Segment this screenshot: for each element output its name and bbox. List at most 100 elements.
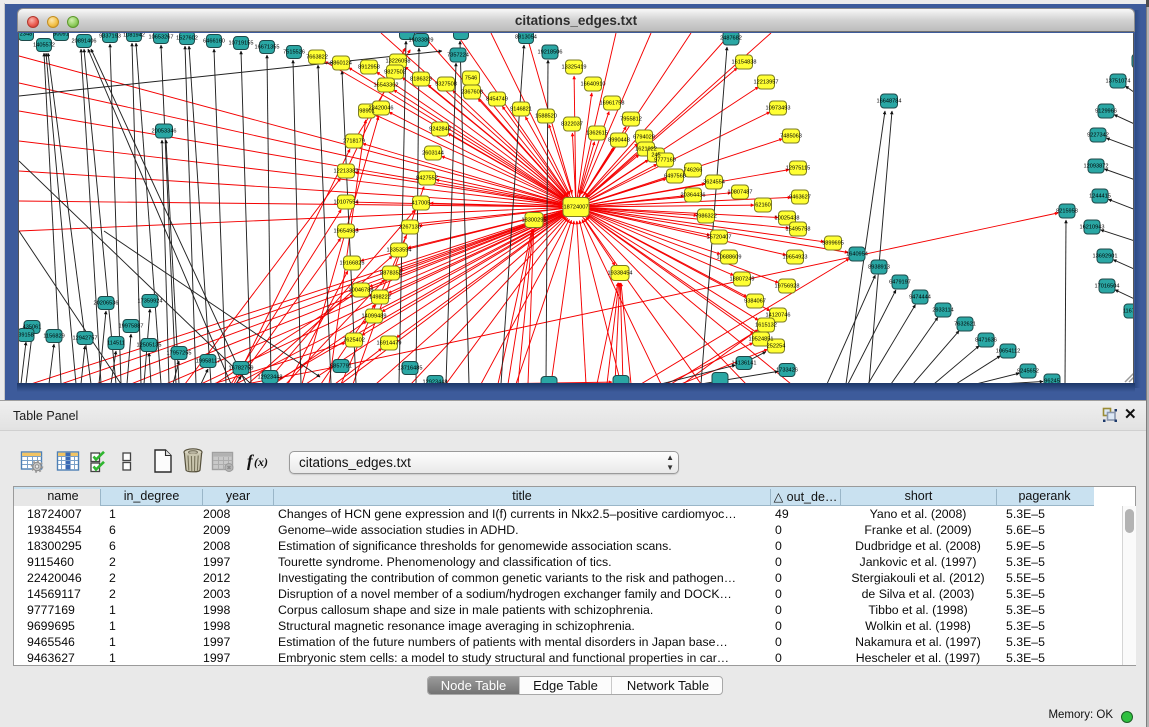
svg-text:16961758: 16961758 [600,101,625,107]
svg-text:16210943: 16210943 [1080,225,1105,231]
svg-text:7515526: 7515526 [283,50,305,56]
svg-text:10807487: 10807487 [728,190,753,196]
svg-text:9337193: 9337193 [99,34,121,40]
svg-text:19338454: 19338454 [608,271,633,277]
svg-text:8912958: 8912958 [358,65,380,71]
svg-text:10046788: 10046788 [349,288,374,294]
svg-text:9245652: 9245652 [1017,369,1039,375]
svg-text:6497568: 6497568 [664,174,686,180]
svg-text:10025438: 10025438 [775,216,800,222]
svg-text:14136141: 14136141 [732,361,757,367]
svg-text:8186323: 8186323 [410,77,432,83]
svg-text:8990448: 8990448 [608,138,630,144]
svg-text:2348: 2348 [20,33,32,38]
svg-text:16914479: 16914479 [377,341,402,347]
svg-text:1244415: 1244415 [1089,194,1111,200]
svg-text:18807249: 18807249 [730,277,755,283]
svg-text:1405572: 1405572 [33,43,55,49]
svg-text:7955812: 7955812 [620,117,642,123]
svg-text:7485063: 7485063 [780,134,802,140]
svg-text:(x): (x) [254,455,268,469]
svg-text:20364436: 20364436 [681,193,706,199]
svg-text:2603144: 2603144 [422,151,444,157]
svg-text:10654112: 10654112 [996,349,1020,355]
svg-text:1498222: 1498222 [369,295,391,301]
svg-text:12942757: 12942757 [73,336,98,342]
svg-text:15720407: 15720407 [707,235,732,241]
svg-text:19524851: 19524851 [749,337,774,343]
svg-text:12923448: 12923448 [423,380,448,384]
svg-text:7632621: 7632621 [954,322,976,328]
svg-text:12093872: 12093872 [1084,164,1109,170]
svg-text:19166825: 19166825 [340,261,365,267]
svg-text:7986322: 7986322 [695,214,717,220]
svg-text:62160: 62160 [755,203,771,209]
svg-text:10719155: 10719155 [229,41,254,47]
svg-text:1527602: 1527602 [176,36,198,42]
svg-text:12505135: 12505135 [137,343,162,349]
svg-text:15495758: 15495758 [786,227,811,233]
svg-text:8322037: 8322037 [561,122,583,128]
svg-text:1588520: 1588520 [535,114,557,120]
svg-text:252254: 252254 [767,344,786,350]
svg-text:39158: 39158 [19,333,34,339]
svg-text:8813054: 8813054 [515,35,537,41]
svg-text:8215958: 8215958 [1056,209,1078,215]
svg-text:20053346: 20053346 [152,129,177,135]
svg-text:14099489: 14099489 [362,314,387,320]
svg-text:9474444: 9474444 [909,295,931,301]
svg-text:3267130: 3267130 [399,225,421,231]
svg-text:16671355: 16671355 [255,45,280,51]
svg-text:6466160: 6466160 [203,39,225,45]
svg-text:7663822: 7663822 [306,55,328,61]
svg-text:7625402: 7625402 [343,338,365,344]
svg-text:9146821: 9146821 [510,107,532,113]
svg-text:6479197: 6479197 [889,280,911,286]
svg-text:19654983: 19654983 [334,229,359,235]
svg-text:16543362: 16543362 [374,83,399,89]
svg-text:14120746: 14120746 [766,313,791,319]
svg-text:10653267: 10653267 [149,35,174,41]
svg-text:17359924: 17359924 [138,299,163,305]
svg-text:10973493: 10973493 [766,106,791,112]
svg-text:17957255: 17957255 [167,351,192,357]
svg-text:2933114: 2933114 [932,308,953,314]
svg-text:8427552: 8427552 [416,176,438,182]
svg-text:20206536: 20206536 [94,301,119,307]
svg-text:16154838: 16154838 [732,60,757,66]
svg-text:116753: 116753 [1123,309,1134,315]
svg-text:9129966: 9129966 [1095,109,1117,115]
svg-text:8938913: 8938913 [868,265,890,271]
svg-text:1640954: 1640954 [846,252,868,258]
svg-text:18300295: 18300295 [522,218,547,224]
svg-text:19975887: 19975887 [119,324,144,330]
svg-text:12213957: 12213957 [754,80,779,86]
svg-text:9242848: 9242848 [429,127,451,133]
svg-text:19958117: 19958117 [196,359,220,365]
svg-text:7357224: 7357224 [447,53,469,59]
svg-text:16033809: 16033809 [409,38,434,44]
svg-text:9384067: 9384067 [744,299,766,305]
svg-text:23420046: 23420046 [369,106,394,112]
svg-text:435061: 435061 [23,325,42,331]
svg-text:2718179: 2718179 [343,139,365,145]
svg-text:19654923: 19654923 [783,255,808,261]
svg-text:12213383: 12213383 [334,169,359,175]
svg-text:417005: 417005 [412,201,431,207]
svg-text:8454749: 8454749 [486,97,508,103]
svg-text:13353594: 13353594 [387,248,412,254]
svg-text:1362615: 1362615 [586,131,608,137]
svg-text:8878352: 8878352 [380,271,402,277]
svg-text:13751074: 13751074 [1106,79,1131,85]
svg-text:2487682: 2487682 [720,36,742,42]
svg-text:9227342: 9227342 [1087,133,1109,139]
svg-text:96245: 96245 [1044,379,1060,384]
svg-text:8471636: 8471636 [975,338,997,344]
svg-text:6794028: 6794028 [633,135,655,141]
svg-text:10107554: 10107554 [334,200,359,206]
svg-text:19218506: 19218506 [538,50,563,56]
svg-text:12923448: 12923448 [258,375,283,381]
svg-text:13325419: 13325419 [562,65,587,71]
svg-text:16648784: 16648784 [877,99,902,105]
svg-text:90091: 90091 [53,33,69,38]
